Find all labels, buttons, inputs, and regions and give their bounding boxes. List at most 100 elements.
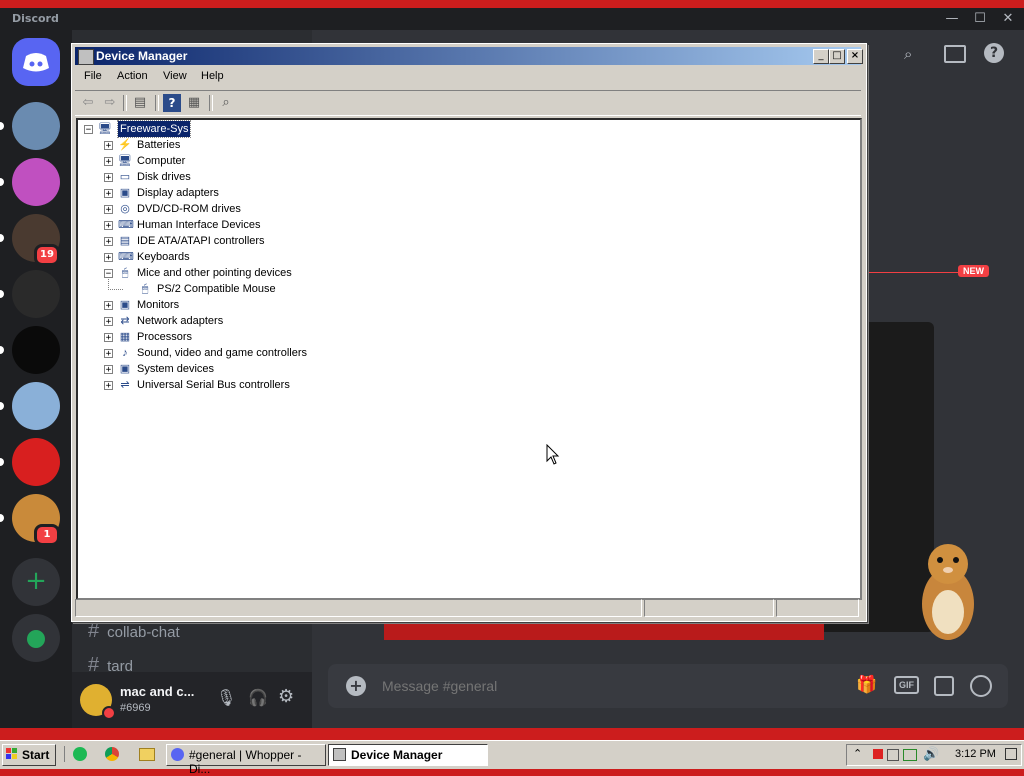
device-category[interactable]: + ◎ DVD/CD-ROM drives xyxy=(78,201,838,217)
headphones-icon[interactable]: 🎧 xyxy=(248,688,268,707)
show-hide-console-tree-icon[interactable]: ▤ xyxy=(131,94,149,112)
expand-toggle[interactable]: + xyxy=(104,317,113,327)
server-icon[interactable] xyxy=(12,270,60,318)
device-category[interactable]: + ▤ IDE ATA/ATAPI controllers xyxy=(78,233,838,249)
maximize-button[interactable]: □ xyxy=(829,49,845,64)
emoji-icon[interactable] xyxy=(970,675,992,697)
task-label: #general | Whopper - Di... xyxy=(189,748,302,776)
hamster-sticker xyxy=(922,544,974,640)
device-category[interactable]: + ⌨ Keyboards xyxy=(78,249,838,265)
menu-action[interactable]: Action xyxy=(117,70,148,82)
safely-remove-icon[interactable] xyxy=(887,749,899,761)
explore-servers-button[interactable] xyxy=(12,614,60,662)
task-discord[interactable]: #general | Whopper - Di... xyxy=(166,744,326,776)
gift-icon[interactable]: 🎁 xyxy=(856,675,877,695)
dnd-status-icon xyxy=(102,706,116,720)
minimize-button[interactable]: _ xyxy=(813,49,829,64)
minimize-button[interactable]: — xyxy=(940,10,964,28)
device-category[interactable]: + ⌨ Human Interface Devices xyxy=(78,217,838,233)
device-label: Human Interface Devices xyxy=(137,219,261,231)
add-attachment-button[interactable]: + xyxy=(346,676,366,696)
computer-icon: 🖥 xyxy=(98,123,112,135)
expand-toggle[interactable]: + xyxy=(104,333,113,343)
chrome-icon[interactable] xyxy=(105,747,119,761)
menu-view[interactable]: View xyxy=(163,70,187,82)
show-desktop-icon[interactable] xyxy=(1005,748,1017,760)
folder-icon[interactable] xyxy=(139,748,155,761)
device-manager-icon xyxy=(78,49,94,65)
discord-home-button[interactable] xyxy=(12,38,60,86)
device-category[interactable]: + ▭ Disk drives xyxy=(78,169,838,185)
expand-toggle[interactable]: + xyxy=(104,221,113,231)
device-category[interactable]: + ▣ Display adapters xyxy=(78,185,838,201)
maximize-button[interactable]: ☐ xyxy=(968,10,992,28)
settings-gear-icon[interactable]: ⚙ xyxy=(278,686,294,707)
sticker-icon[interactable] xyxy=(934,676,954,696)
menu-help[interactable]: Help xyxy=(201,70,224,82)
device-label: Batteries xyxy=(137,139,181,151)
device-label: Processors xyxy=(137,331,193,343)
device-label: Sound, video and game controllers xyxy=(137,347,307,359)
add-server-button[interactable]: + xyxy=(12,558,60,606)
device-category[interactable]: + ♪ Sound, video and game controllers xyxy=(78,345,838,361)
message-input[interactable] xyxy=(380,674,824,698)
collapse-toggle[interactable]: − xyxy=(104,269,113,279)
server-icon[interactable] xyxy=(12,326,60,374)
volume-icon[interactable]: 🔊 xyxy=(923,746,939,762)
message-composer: + 🎁 GIF xyxy=(328,664,1008,708)
device-category[interactable]: + ⇄ Network adapters xyxy=(78,313,838,329)
task-device-manager[interactable]: Device Manager xyxy=(328,744,488,766)
start-button[interactable]: Start xyxy=(2,744,56,766)
help-icon[interactable]: ? xyxy=(163,94,181,112)
server-icon[interactable] xyxy=(12,438,60,486)
inbox-icon[interactable] xyxy=(944,45,966,63)
channel-collab-chat[interactable]: # collab-chat xyxy=(88,620,180,643)
server-icon[interactable] xyxy=(12,102,60,150)
forward-arrow-icon[interactable]: ⇨ xyxy=(101,94,119,112)
expand-toggle[interactable]: + xyxy=(104,205,113,215)
expand-toggle[interactable]: + xyxy=(104,253,113,263)
expand-toggle[interactable]: + xyxy=(104,173,113,183)
close-button[interactable]: ✕ xyxy=(996,10,1020,28)
device-category-icon: ▦ xyxy=(119,331,131,343)
action-center-flag-icon[interactable] xyxy=(873,749,883,759)
expand-toggle[interactable]: + xyxy=(104,141,113,151)
spotify-icon[interactable] xyxy=(73,747,87,761)
expand-toggle[interactable]: + xyxy=(104,349,113,359)
search-icon[interactable]: ⌕ xyxy=(904,45,912,63)
expand-toggle[interactable]: + xyxy=(104,189,113,199)
server-icon[interactable] xyxy=(12,158,60,206)
device-item[interactable]: 🖱 PS/2 Compatible Mouse xyxy=(78,279,838,297)
expand-toggle[interactable]: + xyxy=(104,365,113,375)
expand-toggle[interactable]: + xyxy=(104,237,113,247)
device-manager-window: Device Manager _ □ × File Action View He… xyxy=(71,43,867,622)
device-category[interactable]: + ⚡ Batteries xyxy=(78,137,838,153)
help-icon[interactable]: ? xyxy=(984,43,1004,63)
expand-toggle[interactable]: + xyxy=(104,157,113,167)
collapse-toggle[interactable]: − xyxy=(84,125,93,135)
server-icon[interactable] xyxy=(12,382,60,430)
device-manager-titlebar[interactable]: Device Manager _ □ × xyxy=(75,47,863,65)
device-category[interactable]: + 🖥 Computer xyxy=(78,153,838,169)
device-category[interactable]: + ▣ System devices xyxy=(78,361,838,377)
device-category[interactable]: + ⇌ Universal Serial Bus controllers xyxy=(78,377,838,393)
device-category-icon: ⇄ xyxy=(120,315,130,327)
device-category[interactable]: − 🖱 Mice and other pointing devices xyxy=(78,265,838,281)
expand-toggle[interactable]: + xyxy=(104,381,113,391)
device-tree: − 🖥 Freeware-Sys + ⚡ Batteries + 🖥 Computer + ▭… xyxy=(76,118,862,600)
tree-connector xyxy=(108,279,123,290)
network-icon[interactable] xyxy=(903,749,917,761)
properties-icon[interactable]: ▦ xyxy=(185,94,203,112)
back-arrow-icon[interactable]: ⇦ xyxy=(79,94,97,112)
expand-toggle[interactable]: + xyxy=(104,301,113,311)
scan-hardware-icon[interactable]: ⌕ xyxy=(217,94,235,112)
unread-indicator xyxy=(0,514,4,522)
gif-button[interactable]: GIF xyxy=(894,676,919,694)
device-category[interactable]: + ▦ Processors xyxy=(78,329,838,345)
menu-file[interactable]: File xyxy=(84,70,102,82)
microphone-icon[interactable]: 🎙 xyxy=(216,688,236,707)
close-button[interactable]: × xyxy=(847,49,863,64)
device-category[interactable]: + ▣ Monitors xyxy=(78,297,838,313)
show-hidden-icons-button[interactable]: ⌃ xyxy=(853,747,862,760)
clock[interactable]: 3:12 PM xyxy=(955,748,996,760)
